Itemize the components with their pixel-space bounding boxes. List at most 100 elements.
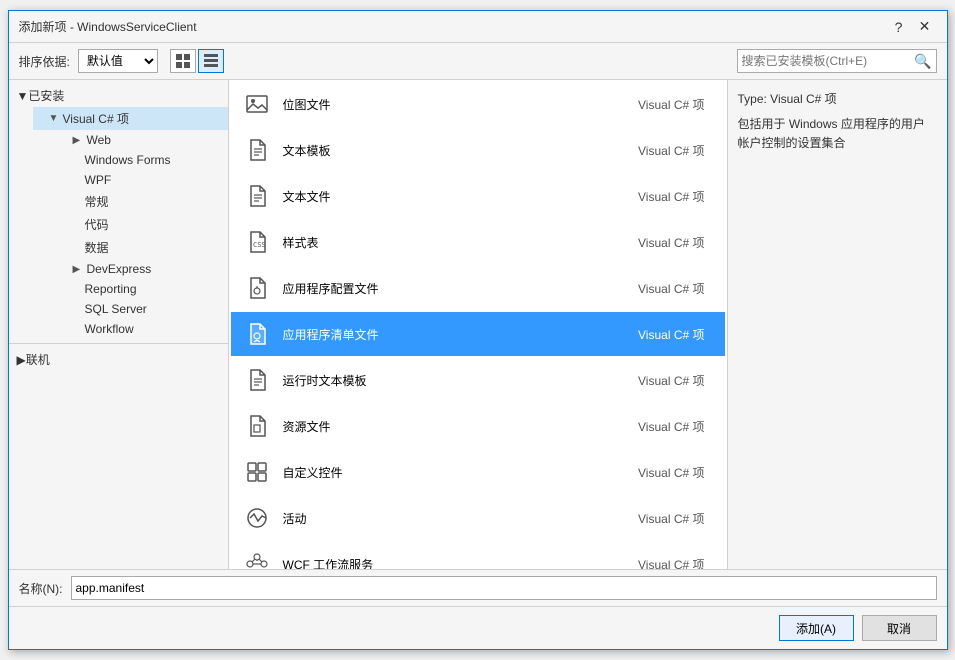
web-item[interactable]: ▶ Web [57,130,228,150]
template-type: Visual C# 项 [638,510,704,527]
visual-csharp-section: ▼ Visual C# 项 ▶ Web Windows Forms WPF [9,107,228,339]
template-type: Visual C# 项 [638,96,704,113]
devexpress-item[interactable]: ▶ DevExpress [57,259,228,279]
web-arrow: ▶ [73,135,85,146]
search-input[interactable] [742,54,915,68]
content-area: ▼ 已安装 ▼ Visual C# 项 ▶ Web Windows [9,80,947,569]
template-row[interactable]: 应用程序清单文件Visual C# 项 [231,312,725,356]
template-type: Visual C# 项 [638,234,704,251]
sort-label: 排序依据: [19,53,70,70]
template-name: 资源文件 [283,418,639,435]
template-row[interactable]: CSS 样式表Visual C# 项 [231,220,725,264]
left-separator [9,343,228,344]
network-arrow: ▶ [17,353,26,367]
template-icon [241,456,273,488]
data-label: 数据 [85,239,220,256]
wpf-item[interactable]: WPF [57,170,228,190]
workflow-label: Workflow [85,322,220,336]
template-icon [241,134,273,166]
add-button[interactable]: 添加(A) [779,615,854,641]
template-type: Visual C# 项 [638,142,704,159]
template-name: 文本模板 [283,142,639,159]
cancel-button[interactable]: 取消 [862,615,937,641]
template-row[interactable]: 活动Visual C# 项 [231,496,725,540]
right-panel: Type: Visual C# 项 包括用于 Windows 应用程序的用户帐户… [727,80,947,569]
data-item[interactable]: 数据 [57,236,228,259]
name-input[interactable] [71,576,937,600]
template-name: WCF 工作流服务 [283,556,639,570]
middle-panel: 位图文件Visual C# 项 文本模板Visual C# 项 文本文件Visu… [229,80,727,569]
workflow-item[interactable]: Workflow [57,319,228,339]
template-list: 位图文件Visual C# 项 文本模板Visual C# 项 文本文件Visu… [229,80,727,569]
windows-forms-item[interactable]: Windows Forms [57,150,228,170]
description-text: 包括用于 Windows 应用程序的用户帐户控制的设置集合 [738,115,937,153]
template-name: 样式表 [283,234,639,251]
reporting-item[interactable]: Reporting [57,279,228,299]
help-button[interactable]: ? [887,17,911,37]
template-type: Visual C# 项 [638,280,704,297]
windows-forms-label: Windows Forms [85,153,220,167]
grid-view-button[interactable] [170,49,196,73]
title-bar-controls: ? ✕ [887,17,937,37]
template-row[interactable]: 位图文件Visual C# 项 [231,82,725,126]
list-icon [204,54,218,68]
list-view-button[interactable] [198,49,224,73]
template-row[interactable]: 资源文件Visual C# 项 [231,404,725,448]
template-row[interactable]: WCF 工作流服务Visual C# 项 [231,542,725,569]
visual-csharp-item[interactable]: ▼ Visual C# 项 [33,107,228,130]
devexpress-arrow: ▶ [73,264,85,275]
template-row[interactable]: 文本模板Visual C# 项 [231,128,725,172]
common-label: 常规 [85,193,220,210]
template-icon: CSS [241,226,273,258]
template-row[interactable]: 运行时文本模板Visual C# 项 [231,358,725,402]
svg-text:CSS: CSS [253,241,266,249]
template-icon [241,410,273,442]
template-row[interactable]: 自定义控件Visual C# 项 [231,450,725,494]
template-icon [241,548,273,569]
name-label: 名称(N): [19,580,63,597]
search-box: 🔍 [737,49,937,73]
template-row[interactable]: 文本文件Visual C# 项 [231,174,725,218]
web-label: Web [87,133,220,147]
reporting-label: Reporting [85,282,220,296]
sort-select[interactable]: 默认值 名称 类型 [78,49,158,73]
template-type: Visual C# 项 [638,464,704,481]
installed-section[interactable]: ▼ 已安装 [9,84,228,107]
template-icon [241,364,273,396]
name-bar: 名称(N): [9,569,947,606]
template-type: Visual C# 项 [638,418,704,435]
close-button[interactable]: ✕ [913,17,937,37]
type-label: Type: Visual C# 项 [738,90,937,107]
template-icon [241,502,273,534]
installed-label: 已安装 [28,87,64,104]
template-type: Visual C# 项 [638,188,704,205]
template-icon [241,272,273,304]
template-type: Visual C# 项 [638,372,704,389]
devexpress-label: DevExpress [87,262,220,276]
network-label: 联机 [26,351,50,368]
code-label: 代码 [85,216,220,233]
template-type: Visual C# 项 [638,326,704,343]
title-bar: 添加新项 - WindowsServiceClient ? ✕ [9,11,947,43]
template-row[interactable]: 应用程序配置文件Visual C# 项 [231,266,725,310]
template-type: Visual C# 项 [638,556,704,570]
sql-server-item[interactable]: SQL Server [57,299,228,319]
visual-csharp-arrow: ▼ [49,113,61,124]
left-panel: ▼ 已安装 ▼ Visual C# 项 ▶ Web Windows [9,80,229,569]
template-name: 活动 [283,510,639,527]
dialog-body: 排序依据: 默认值 名称 类型 [9,43,947,649]
wpf-label: WPF [85,173,220,187]
visual-csharp-children: ▶ Web Windows Forms WPF 常规 [33,130,228,339]
common-item[interactable]: 常规 [57,190,228,213]
dialog: 添加新项 - WindowsServiceClient ? ✕ 排序依据: 默认… [8,10,948,650]
template-icon [241,88,273,120]
template-name: 运行时文本模板 [283,372,639,389]
dialog-title: 添加新项 - WindowsServiceClient [19,18,197,35]
code-item[interactable]: 代码 [57,213,228,236]
grid-icon [176,54,190,68]
action-bar: 添加(A) 取消 [9,606,947,649]
template-name: 应用程序清单文件 [283,326,639,343]
network-section[interactable]: ▶ 联机 [9,348,228,371]
installed-arrow: ▼ [17,89,29,103]
template-name: 应用程序配置文件 [283,280,639,297]
